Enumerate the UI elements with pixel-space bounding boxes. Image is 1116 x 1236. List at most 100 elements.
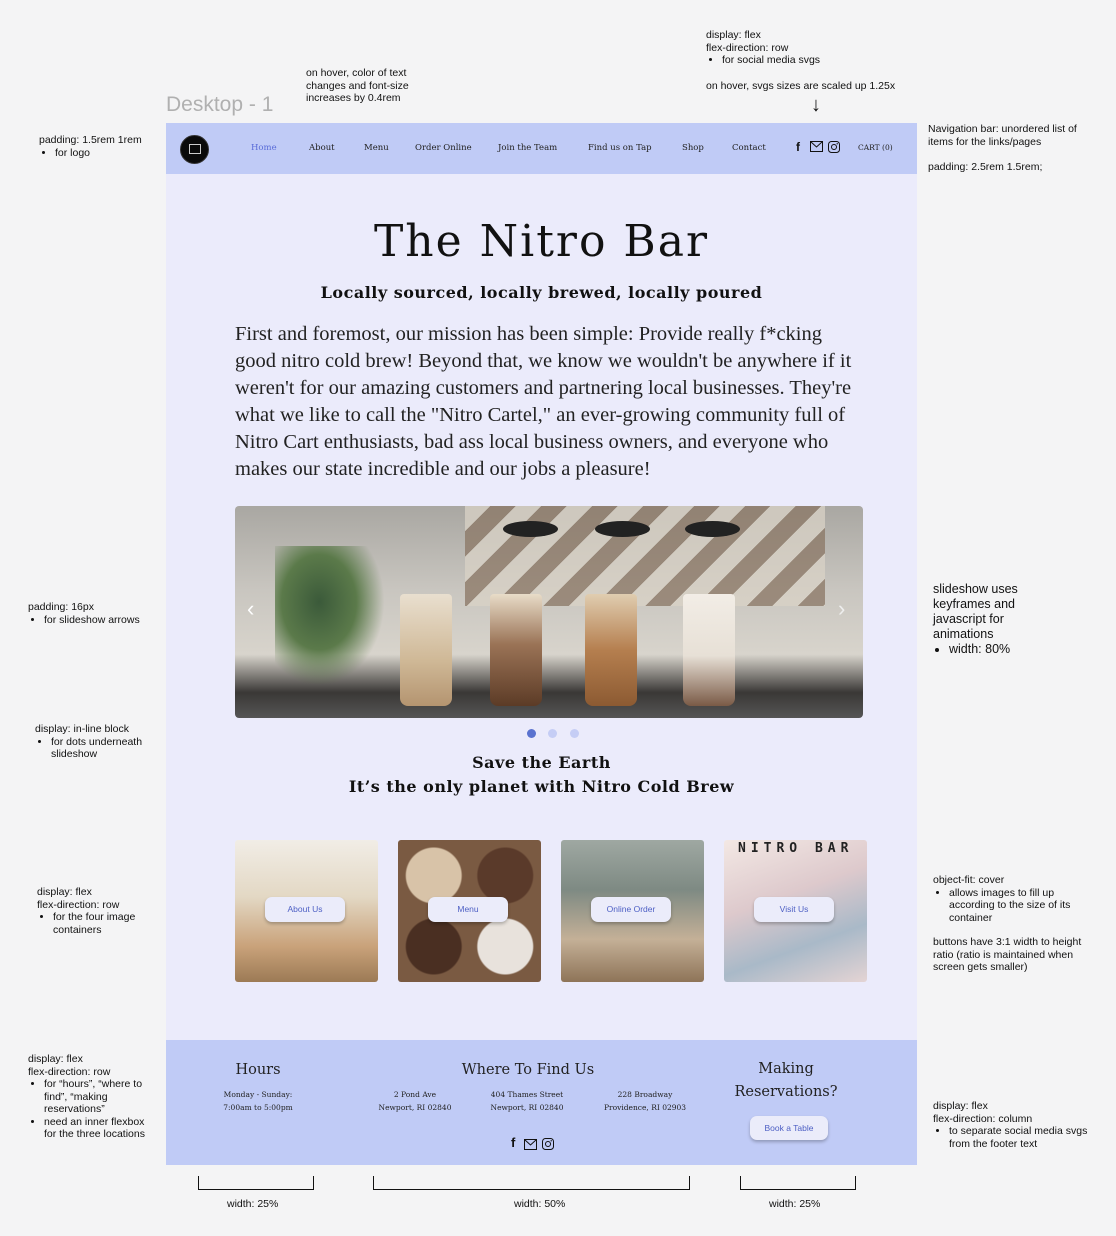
annotation-text: for slideshow arrows: [44, 614, 163, 627]
nav-item-menu[interactable]: Menu: [364, 143, 389, 153]
frame-label: Desktop - 1: [166, 93, 274, 116]
mail-icon[interactable]: [524, 1137, 537, 1155]
location-city: Newport, RI 02840: [378, 1103, 452, 1112]
location-city: Newport, RI 02840: [490, 1103, 564, 1112]
annotation-slideshow: slideshow uses keyframes and javascript …: [933, 582, 1063, 657]
location-street: 2 Pond Ave: [393, 1090, 437, 1099]
nav-item-home[interactable]: Home: [251, 143, 277, 153]
annotation-text: display: flex: [37, 886, 92, 898]
mail-icon[interactable]: [810, 141, 823, 155]
annotation-text: padding: 16px: [28, 601, 94, 613]
width-label-right: width: 25%: [769, 1198, 821, 1210]
tagline: Locally sourced, locally brewed, locally…: [320, 283, 763, 302]
annotation-text: for social media svgs: [722, 54, 906, 67]
annotation-text: to separate social media svgs from the f…: [949, 1125, 1093, 1150]
annotation-footer-row: display: flex flex-direction: row for “h…: [28, 1053, 158, 1141]
logo-icon[interactable]: [180, 135, 209, 164]
coffee-cup-image: [490, 594, 542, 706]
nav-item-find-us-on-tap[interactable]: Find us on Tap: [588, 143, 652, 153]
nav-item-order-online[interactable]: Order Online: [415, 143, 472, 153]
annotation-arrows: padding: 16px for slideshow arrows: [28, 601, 163, 626]
coffee-cup-image: [683, 594, 735, 706]
nav-item-about[interactable]: About: [309, 143, 335, 153]
annotation-text: object-fit: cover: [933, 874, 1005, 886]
slideshow-dot[interactable]: [527, 729, 536, 738]
nav-item-shop[interactable]: Shop: [682, 143, 704, 153]
annotation-text: flex-direction: row: [28, 1065, 111, 1078]
annotation-text: on hover, svgs sizes are scaled up 1.25x: [706, 79, 896, 92]
location-street: 228 Broadway: [617, 1090, 673, 1099]
online-order-button[interactable]: Online Order: [591, 897, 671, 922]
nav-item-contact[interactable]: Contact: [732, 143, 766, 153]
annotation-text: flex-direction: row: [37, 898, 120, 911]
navigation-bar: Home About Menu Order Online Join the Te…: [166, 123, 917, 174]
annotation-text: padding: 2.5rem 1.5rem;: [928, 161, 1043, 173]
about-us-button[interactable]: About Us: [265, 897, 345, 922]
hours-title: Hours: [235, 1062, 281, 1078]
annotation-text: need an inner flexbox for the three loca…: [44, 1116, 158, 1141]
annotation-dots: display: in-line block for dots undernea…: [35, 723, 160, 761]
annotation-text: for logo: [55, 147, 164, 160]
nav-item-join-the-team[interactable]: Join the Team: [498, 143, 557, 153]
annotation-text: slideshow uses keyframes and javascript …: [933, 582, 1018, 641]
annotation-text: on hover, color of text changes and font…: [306, 67, 409, 104]
width-label-middle: width: 50%: [514, 1198, 566, 1210]
stool-seat: [595, 521, 650, 537]
annotation-hover-text: on hover, color of text changes and font…: [306, 67, 436, 105]
annotation-text: for the four image containers: [53, 911, 162, 936]
slideshow-prev-arrow[interactable]: ‹: [247, 596, 254, 622]
image-card-about: About Us: [235, 840, 378, 982]
location-street: 404 Thames Street: [490, 1090, 564, 1099]
stool-seat: [503, 521, 558, 537]
instagram-icon[interactable]: [542, 1137, 554, 1155]
annotation-text: for dots underneath slideshow: [51, 736, 160, 761]
annotation-cards: display: flex flex-direction: row for th…: [37, 886, 162, 936]
width-bracket-right: [740, 1176, 856, 1190]
facebook-icon[interactable]: f: [796, 140, 800, 154]
annotation-text: allows images to fill up according to th…: [949, 887, 1098, 925]
annotation-logo-padding: padding: 1.5rem 1rem for logo: [39, 134, 164, 159]
annotation-text: display: flex: [706, 29, 761, 41]
footer: Hours Monday - Sunday: 7:00am to 5:00pm …: [166, 1040, 917, 1165]
slideshow-dot[interactable]: [569, 729, 579, 738]
annotation-text: display: in-line block: [35, 723, 129, 735]
annotation-text: for “hours”, “where to find”, “making re…: [44, 1078, 158, 1116]
image-card-online-order: Online Order: [561, 840, 704, 982]
annotation-nav: Navigation bar: unordered list of items …: [928, 123, 1098, 174]
annotation-text: Navigation bar: unordered list of items …: [928, 123, 1077, 148]
facebook-icon[interactable]: f: [511, 1135, 515, 1150]
width-bracket-middle: [373, 1176, 690, 1190]
where-to-find-title: Where To Find Us: [461, 1062, 595, 1078]
menu-button[interactable]: Menu: [428, 897, 508, 922]
annotation-object-fit: object-fit: cover allows images to fill …: [933, 874, 1098, 974]
down-arrow-icon: ↓: [811, 94, 821, 116]
promo-heading: Save the Earth: [472, 753, 611, 772]
coffee-cup-image: [585, 594, 637, 706]
cart-link[interactable]: CART (0): [858, 143, 893, 152]
annotation-footer-column: display: flex flex-direction: column to …: [933, 1100, 1093, 1150]
annotation-text: flex-direction: row: [706, 41, 789, 54]
hours-time: 7:00am to 5:00pm: [223, 1103, 293, 1112]
page-title: The Nitro Bar: [373, 216, 710, 267]
annotation-text: display: flex: [933, 1100, 988, 1112]
annotation-social-flex: display: flex flex-direction: row for so…: [706, 29, 906, 92]
annotation-text: width: 80%: [949, 642, 1063, 657]
slideshow-next-arrow[interactable]: ›: [838, 596, 845, 622]
slideshow-dots: [527, 725, 587, 743]
location-city: Providence, RI 02903: [603, 1103, 687, 1112]
annotation-text: flex-direction: column: [933, 1112, 1033, 1125]
hours-days: Monday - Sunday:: [223, 1090, 293, 1099]
promo-subheading: It’s the only planet with Nitro Cold Bre…: [348, 777, 735, 796]
image-card-visit: NITRO BAR Visit Us: [724, 840, 867, 982]
slideshow-dot[interactable]: [548, 729, 558, 738]
stool-seat: [685, 521, 740, 537]
book-a-table-button[interactable]: Book a Table: [750, 1116, 828, 1140]
visit-us-button[interactable]: Visit Us: [754, 897, 834, 922]
instagram-icon[interactable]: [828, 141, 840, 156]
mission-paragraph: First and foremost, our mission has been…: [235, 323, 852, 480]
reservations-title-line1: Making: [758, 1061, 814, 1077]
image-card-menu: Menu: [398, 840, 541, 982]
desktop-frame: Home About Menu Order Online Join the Te…: [166, 123, 917, 1165]
coffee-cup-image: [400, 594, 452, 706]
width-bracket-left: [198, 1176, 314, 1190]
